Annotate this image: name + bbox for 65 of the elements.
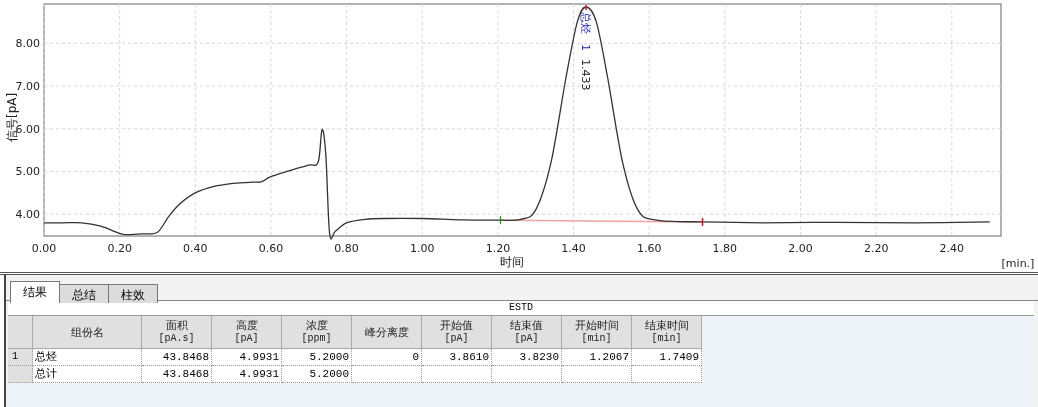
column-name: 峰分离度 (364, 325, 409, 339)
x-tick-label: 0.60 (258, 242, 284, 255)
tab[interactable]: 柱效 (108, 284, 158, 303)
table-cell: 总烃 (33, 349, 142, 366)
x-axis-unit: [min.] (1001, 257, 1035, 270)
table-cell: 3.8610 (422, 349, 492, 366)
column-unit: [ppm] (301, 332, 332, 345)
table-cell: 5.2000 (282, 349, 352, 366)
column-name: 开始时间 (574, 319, 619, 332)
column-unit: [pA] (234, 332, 259, 345)
column-unit: [pA] (444, 332, 469, 345)
table-cell (492, 366, 562, 383)
column-name: 结束值 (510, 319, 543, 332)
peak-label: 总烃 (579, 12, 593, 34)
table-cell: 43.8468 (142, 366, 212, 383)
tab[interactable]: 总结 (59, 284, 109, 303)
peak-top-marker (585, 4, 587, 11)
peak-label: 1 (579, 44, 593, 51)
y-tick-label: 4.00 (15, 208, 40, 222)
row-header (8, 366, 33, 383)
column-name: 浓度 (305, 319, 328, 332)
group-header: ESTD (8, 301, 1034, 316)
column-name: 开始值 (440, 319, 473, 332)
table-cell (562, 366, 632, 383)
y-tick-label: 5.00 (15, 165, 40, 179)
x-tick-label: 0.20 (107, 242, 132, 255)
x-axis-title: 时间 (500, 255, 524, 269)
tab[interactable]: 结果 (10, 281, 60, 303)
x-tick-label: 0.40 (183, 242, 208, 255)
x-tick-label: 2.20 (863, 242, 889, 255)
column-name: 组份名 (70, 325, 104, 339)
column-unit: [min] (581, 332, 612, 345)
table-cell (632, 366, 702, 383)
peak-start-marker (499, 215, 502, 225)
table-cell: 43.8468 (142, 349, 212, 366)
table-cell: 0 (352, 349, 422, 366)
x-tick-label: 1.80 (712, 242, 738, 255)
table-cell: 1.7409 (632, 349, 702, 366)
column-unit: [pA.s] (158, 332, 195, 345)
table-cell: 4.9931 (212, 366, 282, 383)
peak-end-marker (701, 217, 704, 227)
y-tick-label: 7.00 (15, 80, 40, 94)
x-tick-label: 1.20 (485, 242, 511, 255)
x-tick-label: 1.60 (636, 242, 662, 255)
column-name: 结束时间 (644, 319, 689, 332)
x-tick-label: 1.40 (561, 242, 586, 255)
x-tick-label: 0.00 (31, 242, 57, 255)
column-name: 高度 (235, 319, 258, 332)
table-cell: 3.8230 (492, 349, 562, 366)
x-tick-label: 2.00 (788, 242, 813, 255)
x-tick-label: 0.80 (334, 242, 359, 255)
table-cell: 5.2000 (282, 366, 352, 383)
column-unit: [pA] (514, 332, 539, 345)
column-name: 面积 (165, 319, 188, 332)
peak-label: 1.433 (579, 59, 593, 91)
table-cell (352, 366, 422, 383)
table-cell: 1.2067 (562, 349, 632, 366)
table-cell (422, 366, 492, 383)
row-header: 1 (8, 349, 33, 366)
table-cell: 4.9931 (212, 349, 282, 366)
column-unit: [min] (651, 332, 682, 345)
x-tick-label: 2.40 (939, 242, 965, 255)
y-tick-label: 8.00 (15, 37, 40, 51)
table-cell: 总计 (33, 366, 142, 383)
x-tick-label: 1.00 (410, 242, 435, 255)
